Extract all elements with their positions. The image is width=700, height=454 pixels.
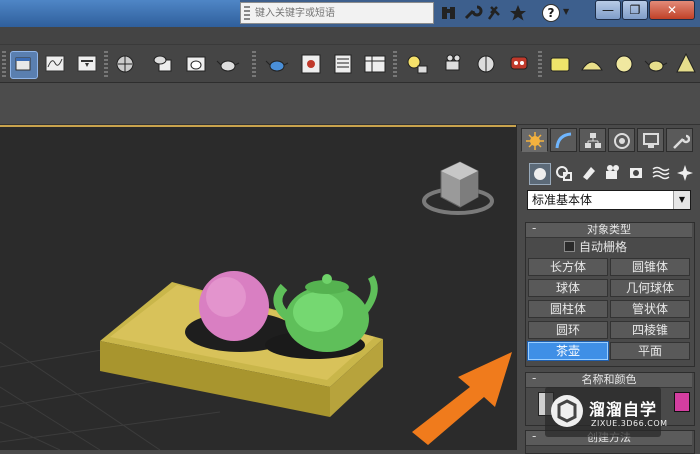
close-button[interactable]: ✕ <box>649 0 695 20</box>
utilities-tab[interactable] <box>666 128 693 152</box>
chevron-down-icon[interactable]: ▼ <box>673 191 690 209</box>
name-color-header[interactable]: - 名称和颜色 <box>526 371 692 388</box>
chevron-down-icon: ▼ <box>563 7 570 16</box>
checkbox-icon[interactable] <box>564 241 575 252</box>
teapot-icon[interactable] <box>264 51 290 77</box>
window-controls: — ❐ ✕ <box>595 0 700 22</box>
sphere-object <box>199 271 269 341</box>
help-button[interactable]: ? ▼ <box>538 3 574 23</box>
object-type-rollout: - 对象类型 自动栅格 长方体 圆锥体 球体 几何球体 圆柱体 管状体 圆环 四… <box>525 221 695 367</box>
autogrid-checkbox[interactable]: 自动栅格 <box>564 239 664 255</box>
audio-icon[interactable] <box>473 51 499 77</box>
torus-button[interactable]: 圆环 <box>528 321 608 339</box>
plane-button[interactable]: 平面 <box>610 342 690 360</box>
watermark-url: ZIXUE.3D66.COM <box>591 419 668 428</box>
shapes-icon[interactable] <box>554 163 574 183</box>
color-swatch[interactable] <box>674 392 690 412</box>
space-warps-icon[interactable] <box>651 163 671 183</box>
teapot-button[interactable]: 茶壶 <box>528 342 608 360</box>
help-icon: ? <box>542 4 560 22</box>
toolbar-separator <box>252 51 256 77</box>
rendered-frame-icon[interactable] <box>183 51 209 77</box>
robot-icon[interactable] <box>506 51 532 77</box>
viewcube-icon <box>422 161 494 215</box>
box-button[interactable]: 长方体 <box>528 258 608 276</box>
minimize-button[interactable]: — <box>595 0 621 20</box>
category-dropdown-value: 标准基本体 <box>532 193 593 207</box>
search-input[interactable] <box>255 5 431 21</box>
star-icon[interactable] <box>507 3 529 23</box>
watermark-name: 溜溜自学 <box>589 400 658 419</box>
display-tab[interactable] <box>637 128 664 152</box>
helpers-icon[interactable] <box>627 163 647 183</box>
title-bar-left <box>0 0 240 27</box>
toolbar-separator <box>2 51 6 77</box>
cone-button[interactable]: 圆锥体 <box>610 258 690 276</box>
hierarchy-tab[interactable] <box>579 128 606 152</box>
wrench-icon[interactable] <box>461 3 483 23</box>
render-setup-icon[interactable] <box>150 51 176 77</box>
toolbar-separator <box>393 51 397 77</box>
object-type-header[interactable]: - 对象类型 <box>526 221 692 238</box>
main-toolbar <box>0 45 700 83</box>
curve-editor-icon[interactable] <box>42 51 68 77</box>
geometry-icon[interactable] <box>529 163 551 185</box>
ribbon-area <box>0 83 700 125</box>
material-editor-icon[interactable] <box>112 51 138 77</box>
cone-icon[interactable] <box>673 51 699 77</box>
dope-sheet-icon[interactable] <box>74 51 100 77</box>
geosphere-button[interactable]: 几何球体 <box>610 279 690 297</box>
dome-icon[interactable] <box>579 51 605 77</box>
motion-tab[interactable] <box>608 128 635 152</box>
select-object-icon[interactable] <box>10 51 38 79</box>
lights-icon[interactable] <box>579 163 599 183</box>
restore-button[interactable]: ❐ <box>622 0 648 20</box>
scene-explorer-icon[interactable] <box>362 51 388 77</box>
layer-manager-icon[interactable] <box>330 51 356 77</box>
teapot-small-icon[interactable] <box>643 51 669 77</box>
cameras-icon[interactable] <box>603 163 623 183</box>
pyramid-button[interactable]: 四棱锥 <box>610 321 690 339</box>
cylinder-button[interactable]: 圆柱体 <box>528 300 608 318</box>
sphere-button[interactable]: 球体 <box>528 279 608 297</box>
light-icon[interactable] <box>402 51 428 77</box>
plane-icon[interactable] <box>547 51 573 77</box>
object-type-title: 对象类型 <box>587 223 631 236</box>
binoculars-icon[interactable] <box>438 3 460 23</box>
menu-strip <box>0 27 700 45</box>
search-box[interactable] <box>240 2 434 24</box>
systems-icon[interactable] <box>675 163 695 183</box>
grip-icon <box>244 6 250 20</box>
modify-tab[interactable] <box>550 128 577 152</box>
name-color-title: 名称和颜色 <box>581 373 637 386</box>
watermark: 溜溜自学 ZIXUE.3D66.COM <box>545 387 667 437</box>
sphere-light-icon[interactable] <box>611 51 637 77</box>
render-teapot-icon[interactable] <box>215 51 241 77</box>
pin-icon[interactable] <box>484 3 506 23</box>
orange-arrow-icon <box>412 352 512 445</box>
autogrid-label: 自动栅格 <box>579 240 628 254</box>
create-tab[interactable] <box>521 128 548 152</box>
camera-icon[interactable] <box>441 51 467 77</box>
toolbar-separator <box>538 51 542 77</box>
category-dropdown[interactable]: 标准基本体 ▼ <box>527 190 691 210</box>
render-frame-window-icon[interactable] <box>298 51 324 77</box>
toolbar-separator <box>104 51 108 77</box>
perspective-viewport[interactable] <box>0 125 516 450</box>
tube-button[interactable]: 管状体 <box>610 300 690 318</box>
watermark-logo-icon <box>551 395 583 427</box>
